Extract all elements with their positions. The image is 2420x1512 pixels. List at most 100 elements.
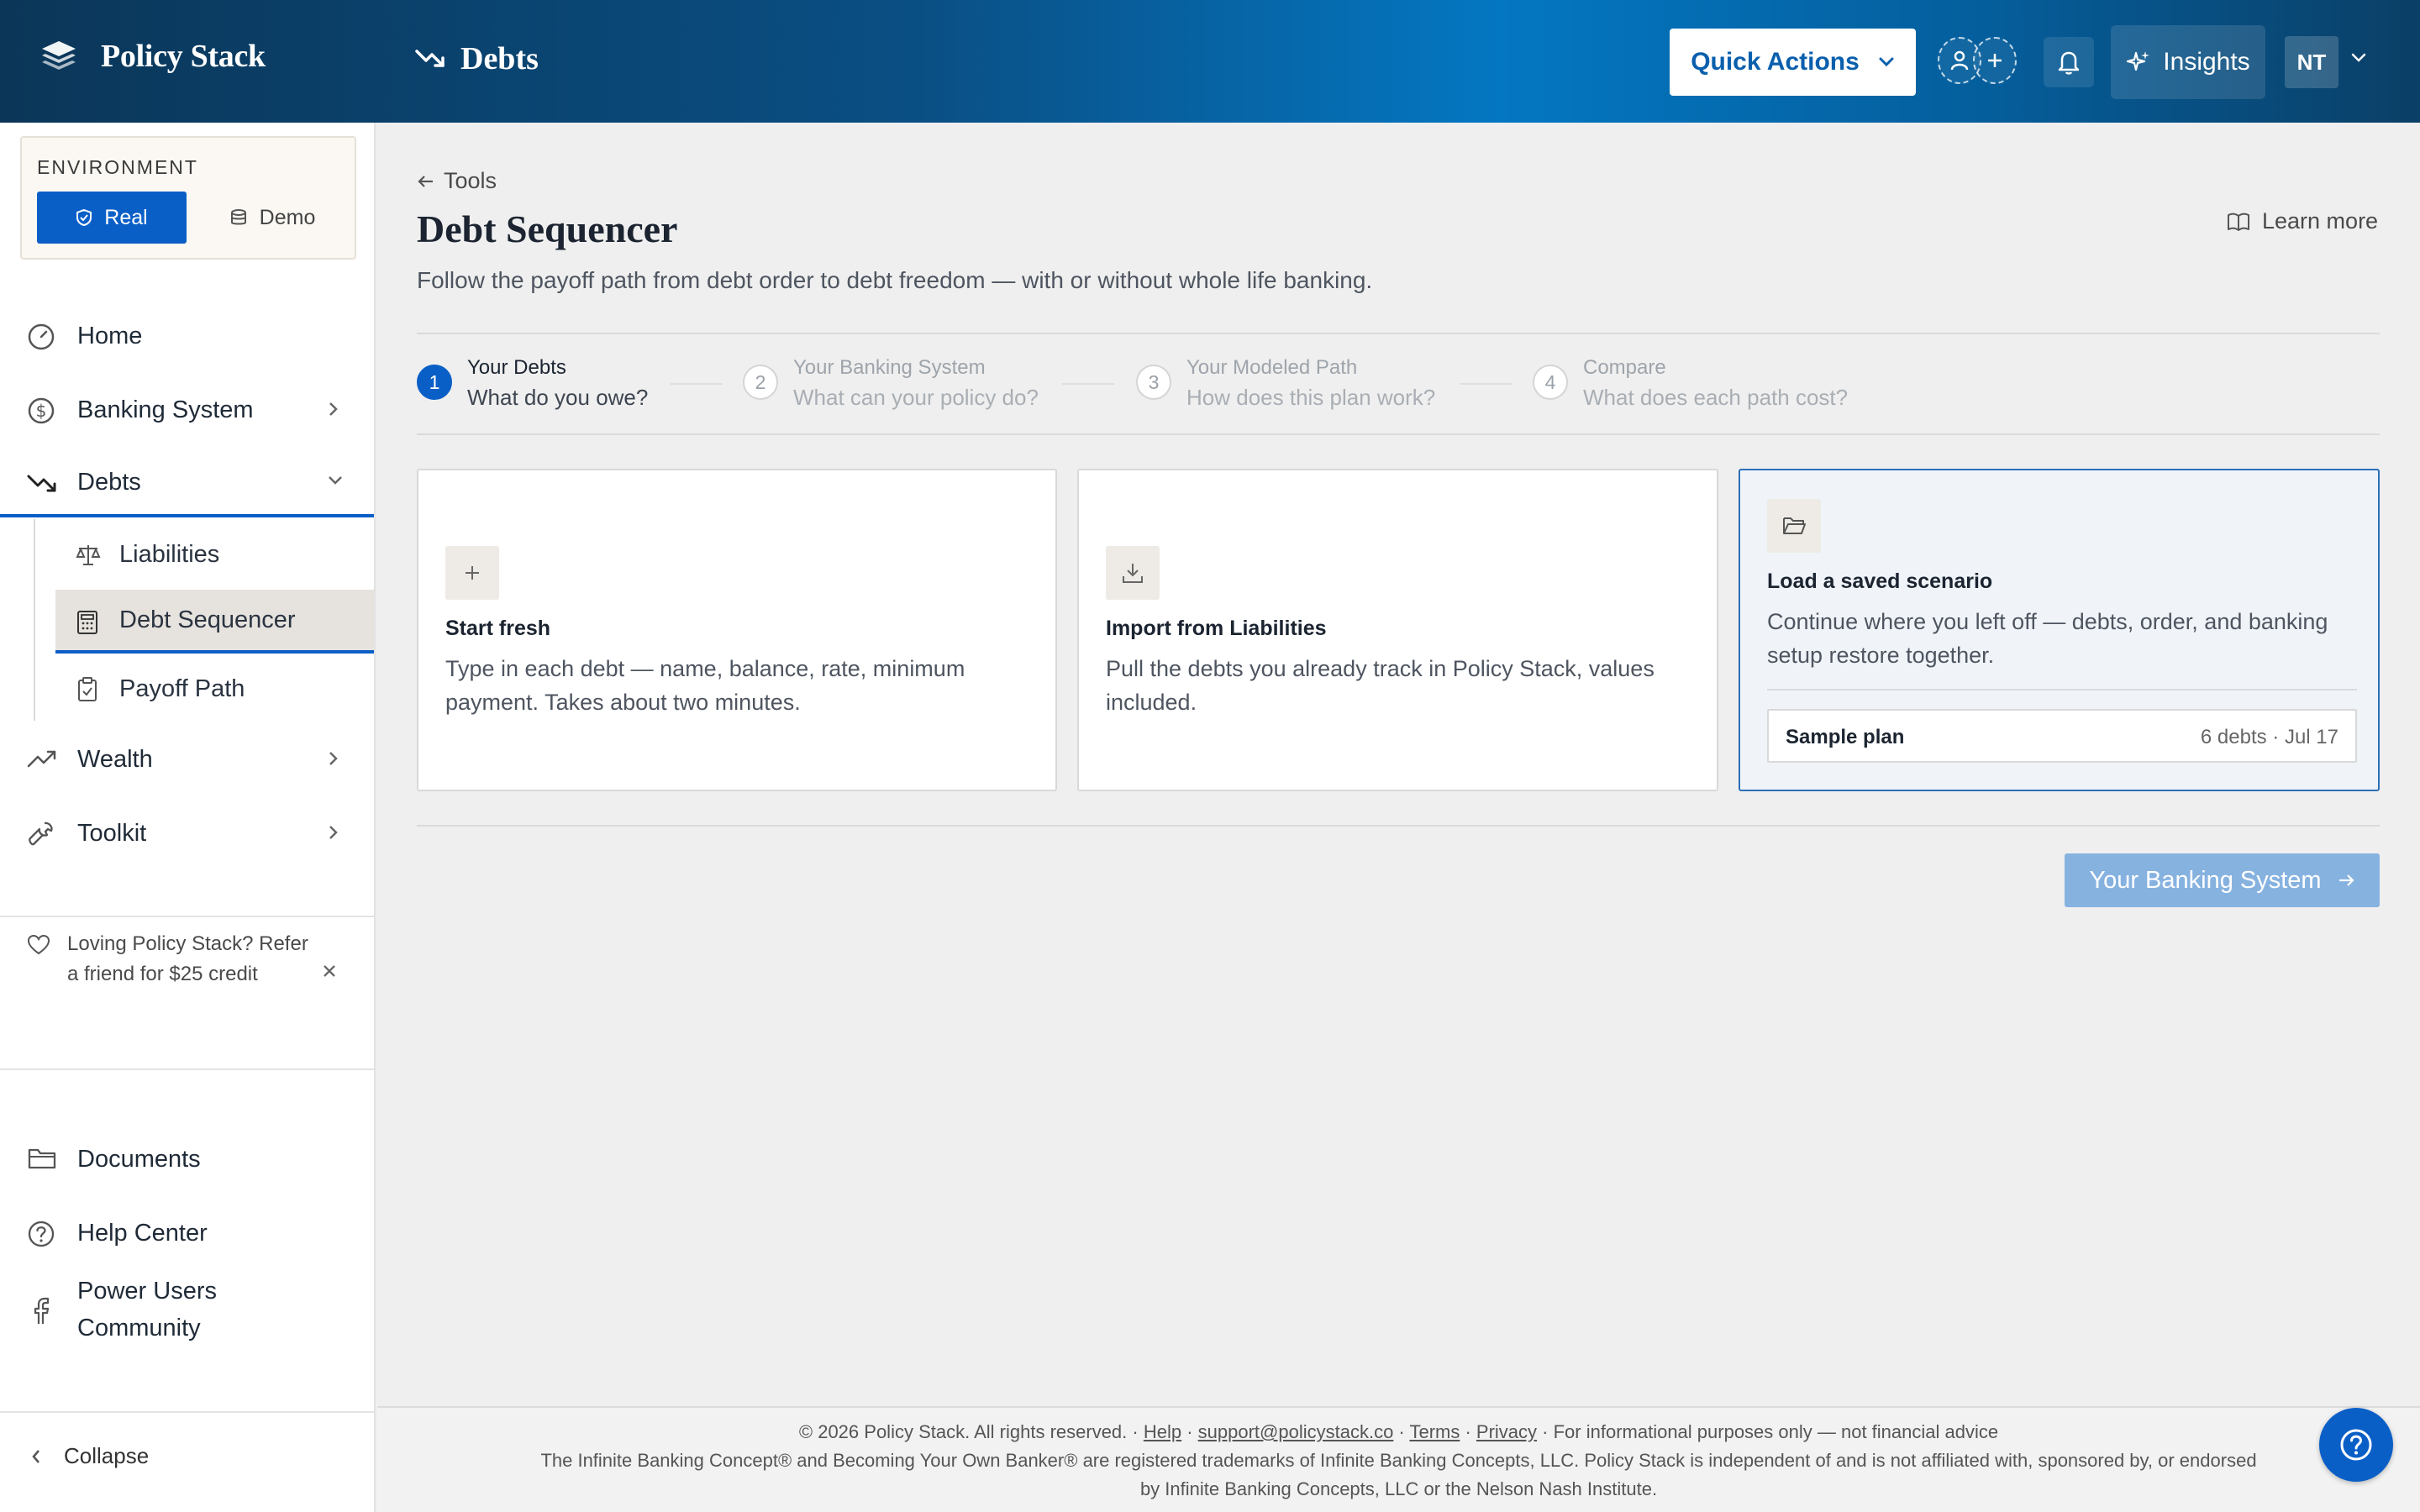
footer-disclaimer: For informational purposes only — not fi… [1553, 1421, 1999, 1442]
arrow-left-icon [418, 175, 433, 187]
import-from-liabilities-card[interactable]: Import from Liabilities Pull the debts y… [1077, 469, 1718, 791]
help-circle-icon [28, 1221, 55, 1247]
step-number: 3 [1136, 365, 1171, 400]
insights-button[interactable]: Insights [2111, 25, 2265, 99]
sidebar-divider [0, 916, 374, 917]
footer-line-1: © 2026 Policy Stack. All rights reserved… [377, 1418, 2420, 1446]
close-icon[interactable] [321, 963, 338, 979]
card-title: Load a saved scenario [1767, 570, 1993, 593]
footer-email-link[interactable]: support@policystack.co [1198, 1421, 1394, 1442]
sidebar-item-banking-system[interactable]: $ Banking System [0, 376, 374, 444]
chevron-down-icon[interactable] [2350, 52, 2367, 64]
divider [417, 825, 2380, 827]
footer-separator: · [1181, 1421, 1198, 1442]
sidebar-item-payoff-path[interactable]: Payoff Path [55, 657, 374, 721]
sidebar-item-label: Toolkit [77, 819, 147, 847]
arrow-right-icon [2338, 874, 2354, 886]
step-subtitle: How does this plan work? [1186, 385, 1436, 410]
sidebar-item-toolkit[interactable]: Toolkit [0, 800, 374, 867]
download-icon [1106, 546, 1160, 600]
card-title: Start fresh [445, 617, 551, 640]
calculator-icon [77, 611, 97, 634]
quick-actions-label: Quick Actions [1691, 48, 1860, 76]
referral-text: Loving Policy Stack? Refer a friend for … [67, 932, 308, 985]
page-heading-label: Debts [460, 41, 539, 76]
shield-icon [76, 208, 92, 227]
divider [417, 433, 2380, 435]
env-real-label: Real [104, 205, 148, 229]
card-title: Import from Liabilities [1106, 617, 1327, 640]
sidebar-item-label: Liabilities [119, 540, 220, 568]
step-connector [671, 383, 723, 385]
svg-text:$: $ [36, 401, 47, 421]
sidebar-item-wealth[interactable]: Wealth [0, 726, 374, 793]
sidebar-item-debts[interactable]: Debts [0, 450, 374, 517]
sidebar-item-label: Payoff Path [119, 675, 245, 702]
dollar-circle-icon: $ [28, 397, 55, 424]
folder-open-icon [1767, 499, 1821, 553]
step-subtitle: What can your policy do? [793, 385, 1039, 410]
subnav-guide [34, 519, 35, 721]
sidebar-item-home[interactable]: Home [0, 302, 374, 370]
sidebar-item-label: Banking System [77, 396, 254, 423]
page-title: Debt Sequencer [417, 207, 678, 250]
footer-help-link[interactable]: Help [1144, 1421, 1181, 1442]
sidebar-divider [0, 1411, 374, 1413]
database-icon [230, 209, 246, 225]
footer-separator: · [1460, 1421, 1476, 1442]
notifications-button[interactable] [2044, 37, 2094, 87]
collapse-label: Collapse [64, 1443, 150, 1468]
brand-logo[interactable]: Policy Stack [40, 38, 266, 75]
saved-plan-item[interactable]: Sample plan 6 debts · Jul 17 [1767, 709, 2357, 763]
sidebar-item-power-users-community[interactable]: Power Users Community [0, 1263, 374, 1356]
next-step-button[interactable]: Your Banking System [2065, 853, 2380, 907]
page-subtitle: Follow the payoff path from debt order t… [417, 267, 1373, 293]
insights-label: Insights [2163, 48, 2250, 76]
divider [417, 333, 2380, 334]
load-saved-scenario-card[interactable]: Load a saved scenario Continue where you… [1739, 469, 2380, 791]
sidebar-item-documents[interactable]: Documents [0, 1126, 374, 1193]
add-client-button[interactable] [1938, 37, 2017, 84]
start-fresh-card[interactable]: Start fresh Type in each debt — name, ba… [417, 469, 1057, 791]
sidebar-item-label: Home [77, 322, 143, 349]
plus-icon [445, 546, 499, 600]
sidebar-item-debt-sequencer[interactable]: Debt Sequencer [55, 590, 374, 654]
chevron-down-icon [329, 476, 342, 485]
environment-label: ENVIRONMENT [37, 156, 198, 178]
sidebar-item-label: Help Center [77, 1219, 208, 1247]
step-number: 1 [417, 365, 452, 400]
footer-separator: · [1393, 1421, 1410, 1442]
folder-icon [28, 1148, 56, 1169]
help-chat-button[interactable] [2319, 1408, 2393, 1482]
step-connector [1460, 383, 1512, 385]
saved-plan-meta: 6 debts · Jul 17 [2200, 726, 2338, 748]
step-title: Your Modeled Path [1186, 356, 1358, 379]
card-description: Pull the debts you already track in Poli… [1106, 656, 1655, 715]
sidebar-item-liabilities[interactable]: Liabilities [55, 522, 374, 586]
quick-actions-button[interactable]: Quick Actions [1670, 29, 1916, 96]
step-title: Compare [1583, 356, 1666, 379]
footer-privacy-link[interactable]: Privacy [1476, 1421, 1537, 1442]
footer-separator: · [1537, 1421, 1554, 1442]
chevron-right-icon [329, 826, 338, 839]
collapse-sidebar-button[interactable]: Collapse [30, 1443, 149, 1469]
top-bar: Policy Stack Debts Quick Actions Insight… [0, 0, 2420, 123]
plus-icon [1973, 37, 2017, 84]
back-link-label: Tools [444, 168, 497, 193]
env-demo-button[interactable]: Demo [205, 192, 339, 244]
sidebar-item-help-center[interactable]: Help Center [0, 1200, 374, 1267]
env-real-button[interactable]: Real [37, 192, 187, 244]
footer-terms-link[interactable]: Terms [1409, 1421, 1460, 1442]
learn-more-link[interactable]: Learn more [2227, 208, 2378, 234]
sidebar-item-label: Debts [77, 468, 141, 496]
sidebar-item-label: Documents [77, 1145, 201, 1173]
back-to-tools-link[interactable]: Tools [417, 168, 497, 194]
sidebar-item-label: Debt Sequencer [119, 606, 296, 633]
user-avatar[interactable]: NT [2285, 36, 2338, 88]
chevron-right-icon [329, 752, 338, 765]
facebook-icon [34, 1297, 50, 1324]
card-description: Type in each debt — name, balance, rate,… [445, 656, 965, 715]
chevron-down-icon [1879, 57, 1894, 67]
card-divider [1767, 689, 2357, 690]
stack-logo-icon [42, 41, 76, 70]
